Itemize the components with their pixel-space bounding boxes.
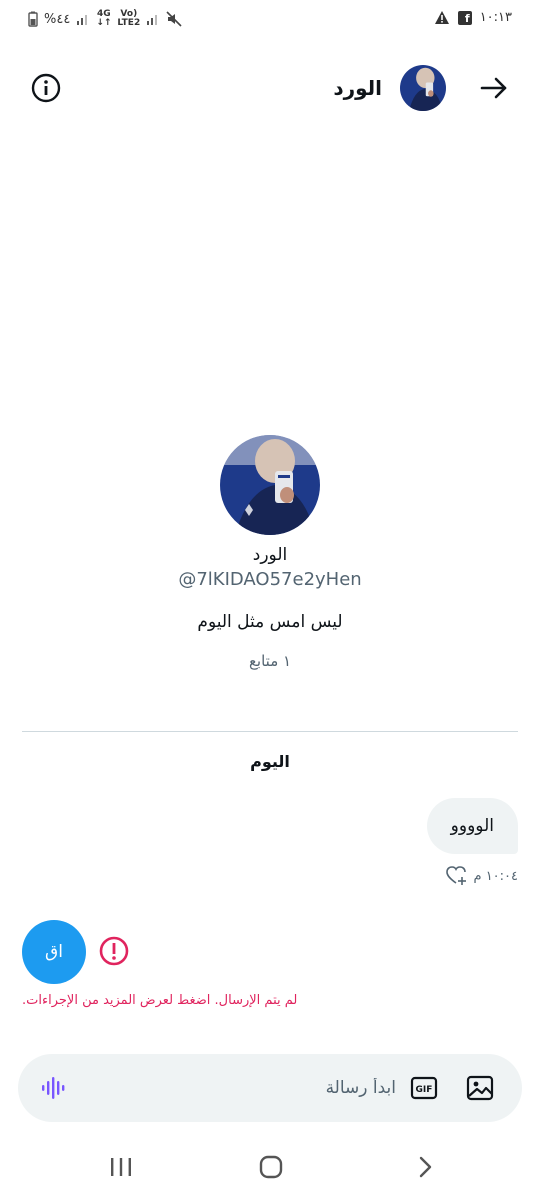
message-composer: GIF [18, 1054, 522, 1122]
mute-icon [166, 11, 182, 27]
volte-indicator: Vo) LTE2 [117, 9, 141, 28]
battery-icon [28, 11, 38, 27]
avatar-image [400, 65, 446, 111]
home-button[interactable] [258, 1154, 284, 1180]
message-bubble[interactable]: الوووو [426, 798, 518, 854]
profile-name[interactable]: الورد [0, 545, 540, 565]
chevron-right-icon [419, 1156, 432, 1178]
avatar-image [220, 435, 320, 535]
recent-apps-icon [111, 1158, 131, 1176]
network-indicator: 4G ↓↑ [96, 9, 112, 28]
profile-followers[interactable]: ١ متابع [0, 652, 540, 670]
info-button[interactable] [30, 72, 62, 104]
message-time: ١٠:٠٤ م [473, 868, 519, 884]
profile-summary: الورد @7lKIDAO57e2yHen ليس امس مثل اليوم… [0, 435, 540, 670]
gif-label: GIF [416, 1085, 433, 1095]
gif-button[interactable]: GIF [410, 1074, 438, 1102]
battery-percent: %٤٤ [44, 11, 71, 27]
status-right: f ١٠:١٣ [434, 10, 512, 25]
day-label: اليوم [250, 752, 290, 771]
message-meta: ١٠:٠٤ م [445, 866, 519, 886]
image-icon [466, 1075, 494, 1101]
header-avatar[interactable] [400, 65, 446, 111]
system-back-button[interactable] [412, 1154, 438, 1180]
info-icon [31, 73, 61, 103]
alert-circle-icon [99, 936, 129, 966]
facebook-icon: f [457, 10, 472, 25]
profile-bio: ليس امس مثل اليوم [197, 612, 343, 632]
system-navbar [0, 1140, 540, 1200]
back-button[interactable] [478, 72, 510, 104]
profile-avatar[interactable] [220, 435, 320, 535]
divider [22, 731, 518, 732]
send-error-text[interactable]: لم يتم الإرسال. اضغط لعرض المزيد من الإج… [22, 993, 297, 1008]
message-input[interactable] [176, 1074, 396, 1102]
clock: ١٠:١٣ [479, 10, 512, 25]
arrow-right-icon [480, 77, 507, 99]
status-left: %٤٤ 4G ↓↑ Vo) LTE2 [28, 10, 182, 28]
waveform-icon [42, 1077, 65, 1099]
home-icon [259, 1155, 283, 1179]
header-name[interactable]: الورد [333, 76, 382, 100]
recent-apps-button[interactable] [108, 1154, 134, 1180]
heart-plus-icon[interactable] [445, 866, 468, 886]
data-arrows: ↓↑ [96, 18, 112, 28]
error-icon[interactable] [98, 935, 130, 967]
signal-icon [77, 15, 88, 25]
gif-icon: GIF [410, 1076, 438, 1100]
signal-icon-2 [147, 15, 158, 25]
conversation-header: الورد [0, 62, 540, 114]
voice-message-icon[interactable] [40, 1074, 68, 1102]
failed-message-bubble[interactable]: اق [22, 920, 86, 984]
profile-handle[interactable]: @7lKIDAO57e2yHen [0, 569, 540, 590]
status-bar: %٤٤ 4G ↓↑ Vo) LTE2 f ١٠:١٣ [0, 0, 540, 40]
image-button[interactable] [466, 1074, 494, 1102]
warning-icon [434, 11, 449, 24]
